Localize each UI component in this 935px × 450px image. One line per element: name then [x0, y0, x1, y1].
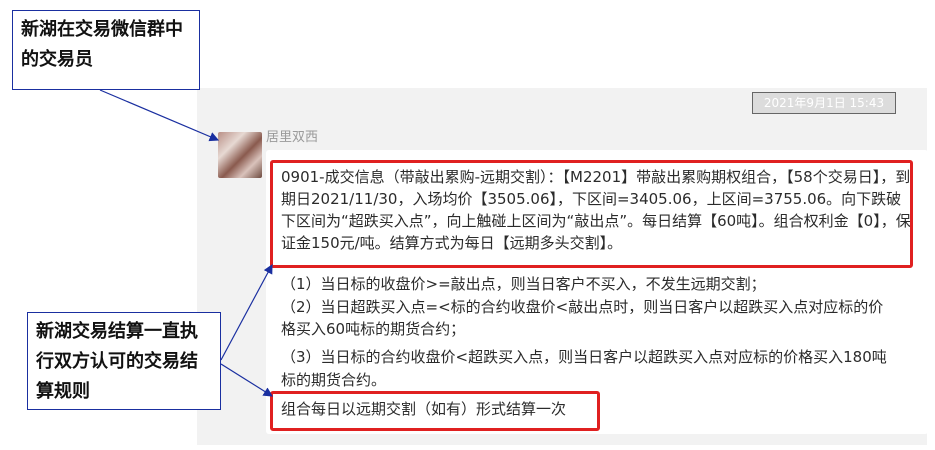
callout-settlement-rule: 新湖交易结算一直执行双方认可的交易结算规则: [27, 312, 221, 410]
arrow-to-trade-info: [220, 263, 273, 361]
arrow-to-settlement: [220, 363, 274, 397]
callout-trader: 新湖在交易微信群中的交易员: [12, 10, 200, 90]
arrow-to-avatar: [99, 89, 220, 142]
